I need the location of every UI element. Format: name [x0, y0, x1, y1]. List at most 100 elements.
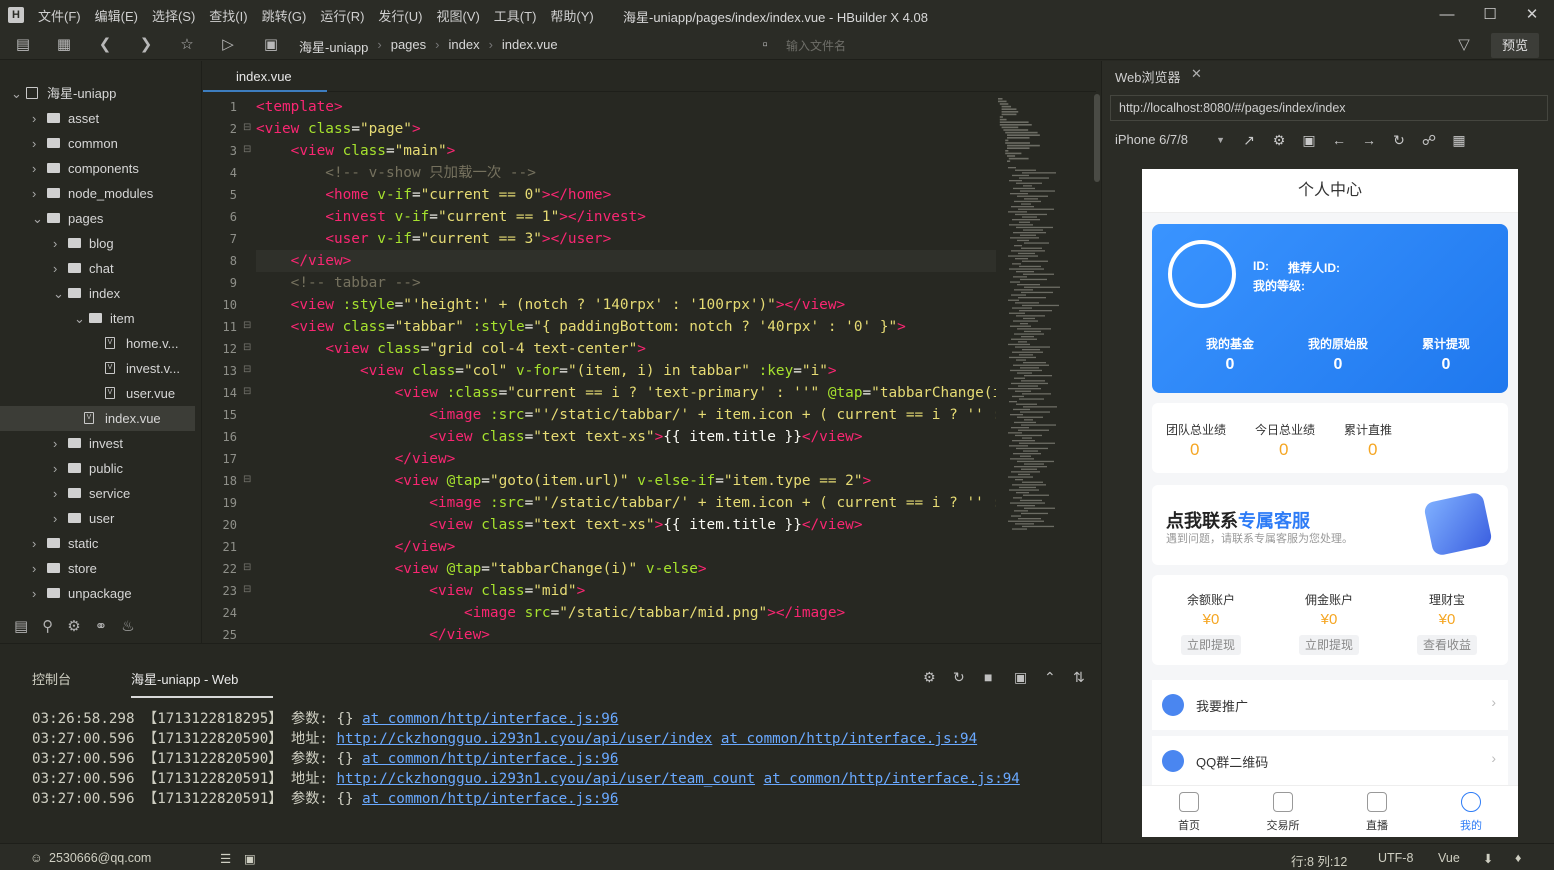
language-mode[interactable]: Vue — [1438, 851, 1460, 865]
account-action-button[interactable]: 立即提现 — [1181, 635, 1241, 655]
open-external-icon[interactable]: ↗ — [1240, 131, 1258, 149]
explorer-icon[interactable]: ▤ — [14, 617, 28, 635]
fold-icon[interactable]: ⊟ — [243, 320, 251, 331]
close-tab-icon[interactable]: ✕ — [1191, 66, 1202, 82]
maximize-icon[interactable]: ☐ — [1475, 4, 1505, 26]
fold-icon[interactable]: ⊟ — [243, 474, 251, 485]
minimize-icon[interactable]: — — [1432, 4, 1462, 26]
menu-item[interactable]: 工具(T) — [494, 6, 537, 25]
tree-item-static[interactable]: › static — [0, 531, 195, 556]
tree-item-home-v-[interactable]: Vhome.v... — [0, 331, 195, 356]
menu-item[interactable]: 文件(F) — [38, 6, 81, 25]
tree-item-public[interactable]: › public — [0, 456, 195, 481]
screenshot-icon[interactable]: ▣ — [1300, 131, 1318, 149]
account-label[interactable]: 2530666@qq.com — [49, 851, 151, 865]
tree-item-asset[interactable]: › asset — [0, 106, 195, 131]
run-icon[interactable]: ▷ — [219, 36, 237, 54]
chevron-right-icon[interactable]: › — [53, 481, 63, 506]
arrow-right-icon[interactable]: → — [1360, 131, 1378, 149]
search-icon[interactable]: ⚲ — [42, 617, 53, 635]
encoding[interactable]: UTF-8 — [1378, 851, 1413, 865]
tree-item-user-vue[interactable]: Vuser.vue — [0, 381, 195, 406]
close-icon[interactable]: ✕ — [1517, 4, 1547, 26]
chevron-down-icon[interactable]: ⌄ — [11, 81, 22, 106]
file-search-input[interactable]: 输入文件名 — [786, 37, 846, 54]
account-action-button[interactable]: 查看收益 — [1417, 635, 1477, 655]
tree-item-index[interactable]: ⌄ index — [0, 281, 195, 306]
menu-item[interactable]: 发行(U) — [378, 6, 422, 25]
device-select[interactable]: iPhone 6/7/8 ▼ — [1110, 129, 1228, 151]
scrollbar-thumb[interactable] — [1094, 94, 1100, 182]
preview-button[interactable]: 预览 — [1491, 33, 1539, 58]
chevron-down-icon[interactable]: ⌄ — [53, 281, 64, 306]
fold-icon[interactable]: ⊟ — [243, 144, 251, 155]
download-icon[interactable]: ⬇ — [1483, 851, 1493, 866]
chevron-right-icon[interactable]: › — [32, 156, 42, 181]
chevron-right-icon[interactable]: › — [32, 106, 42, 131]
tree-item-index-vue[interactable]: Vindex.vue — [0, 406, 195, 431]
lock-icon[interactable]: ☍ — [1420, 131, 1438, 149]
menu-item[interactable]: 运行(R) — [320, 6, 364, 25]
account-action-button[interactable]: 立即提现 — [1299, 635, 1359, 655]
editor-scrollbar[interactable] — [1093, 92, 1101, 642]
tab-console[interactable]: 控制台 — [32, 669, 71, 688]
tree-item-common[interactable]: › common — [0, 131, 195, 156]
forward-icon[interactable]: ❯ — [137, 36, 155, 54]
avatar[interactable] — [1168, 240, 1236, 308]
list-item[interactable]: 我要推广 › — [1152, 680, 1508, 730]
chevron-right-icon[interactable]: › — [32, 556, 42, 581]
filter-icon[interactable]: ▽ — [1455, 36, 1473, 54]
log-source-link[interactable]: at common/http/interface.js:94 — [764, 771, 1020, 787]
chevron-right-icon[interactable]: › — [32, 531, 42, 556]
customer-service-banner[interactable]: 点我联系专属客服 遇到问题，请联系专属客服为您处理。 — [1152, 485, 1508, 565]
breadcrumb-item[interactable]: index — [448, 37, 479, 56]
menu-item[interactable]: 编辑(E) — [95, 6, 138, 25]
debug-icon[interactable]: ⚙ — [67, 617, 80, 635]
tree-item-pages[interactable]: ⌄ pages — [0, 206, 195, 231]
collapse-up-icon[interactable]: ⌃ — [1044, 669, 1056, 686]
tab-exchange[interactable]: 交易所 — [1253, 790, 1313, 833]
tree-item-user[interactable]: › user — [0, 506, 195, 531]
log-source-link[interactable]: at common/http/interface.js:96 — [362, 751, 618, 767]
fold-icon[interactable]: ⊟ — [243, 122, 251, 133]
chevron-right-icon[interactable]: › — [32, 181, 42, 206]
notification-bell-icon[interactable]: ♦ — [1515, 851, 1521, 865]
plugin-icon[interactable]: ♨ — [121, 617, 134, 635]
chevron-right-icon[interactable]: › — [53, 431, 63, 456]
web-browser-tab[interactable]: Web浏览器 — [1115, 67, 1181, 86]
settings-icon[interactable]: ⚙ — [1270, 131, 1288, 149]
tree-item-blog[interactable]: › blog — [0, 231, 195, 256]
cursor-position[interactable]: 行:8 列:12 — [1291, 851, 1347, 870]
list-icon[interactable]: ☰ — [220, 851, 231, 866]
log-source-link[interactable]: at common/http/interface.js:94 — [721, 731, 977, 747]
tab-profile[interactable]: 我的 — [1441, 790, 1501, 833]
debug-icon[interactable]: ⚙ — [923, 669, 936, 686]
terminal-icon[interactable]: ▣ — [244, 851, 256, 866]
log-url-link[interactable]: http://ckzhongguo.i293n1.cyou/api/user/i… — [336, 731, 712, 747]
star-icon[interactable]: ☆ — [178, 36, 196, 54]
tab-home[interactable]: 首页 — [1159, 790, 1219, 833]
log-source-link[interactable]: at common/http/interface.js:96 — [362, 711, 618, 727]
save-icon[interactable]: ▦ — [55, 36, 73, 54]
stop-icon[interactable]: ■ — [984, 669, 992, 685]
fold-icon[interactable]: ⊟ — [243, 562, 251, 573]
fold-icon[interactable]: ⊟ — [243, 342, 251, 353]
menu-item[interactable]: 跳转(G) — [262, 6, 307, 25]
tree-item-invest-v-[interactable]: Vinvest.v... — [0, 356, 195, 381]
menu-item[interactable]: 视图(V) — [436, 6, 479, 25]
tree-item--uniapp[interactable]: ⌄ 海星-uniapp — [0, 81, 195, 106]
fold-icon[interactable]: ⊟ — [243, 364, 251, 375]
breadcrumb-item[interactable]: index.vue — [502, 37, 558, 56]
url-input[interactable]: http://localhost:8080/#/pages/index/inde… — [1110, 95, 1548, 121]
restart-icon[interactable]: ↻ — [953, 669, 965, 686]
chevron-right-icon[interactable]: › — [53, 256, 63, 281]
refresh-icon[interactable]: ↻ — [1390, 131, 1408, 149]
breadcrumb-item[interactable]: pages — [391, 37, 426, 56]
git-icon[interactable]: ⚭ — [95, 617, 108, 635]
menu-item[interactable]: 选择(S) — [152, 6, 195, 25]
account-icon[interactable]: ☺ — [30, 851, 43, 865]
tree-item-service[interactable]: › service — [0, 481, 195, 506]
chevron-right-icon[interactable]: › — [32, 581, 42, 606]
tree-item-invest[interactable]: › invest — [0, 431, 195, 456]
tree-item-node-modules[interactable]: › node_modules — [0, 181, 195, 206]
